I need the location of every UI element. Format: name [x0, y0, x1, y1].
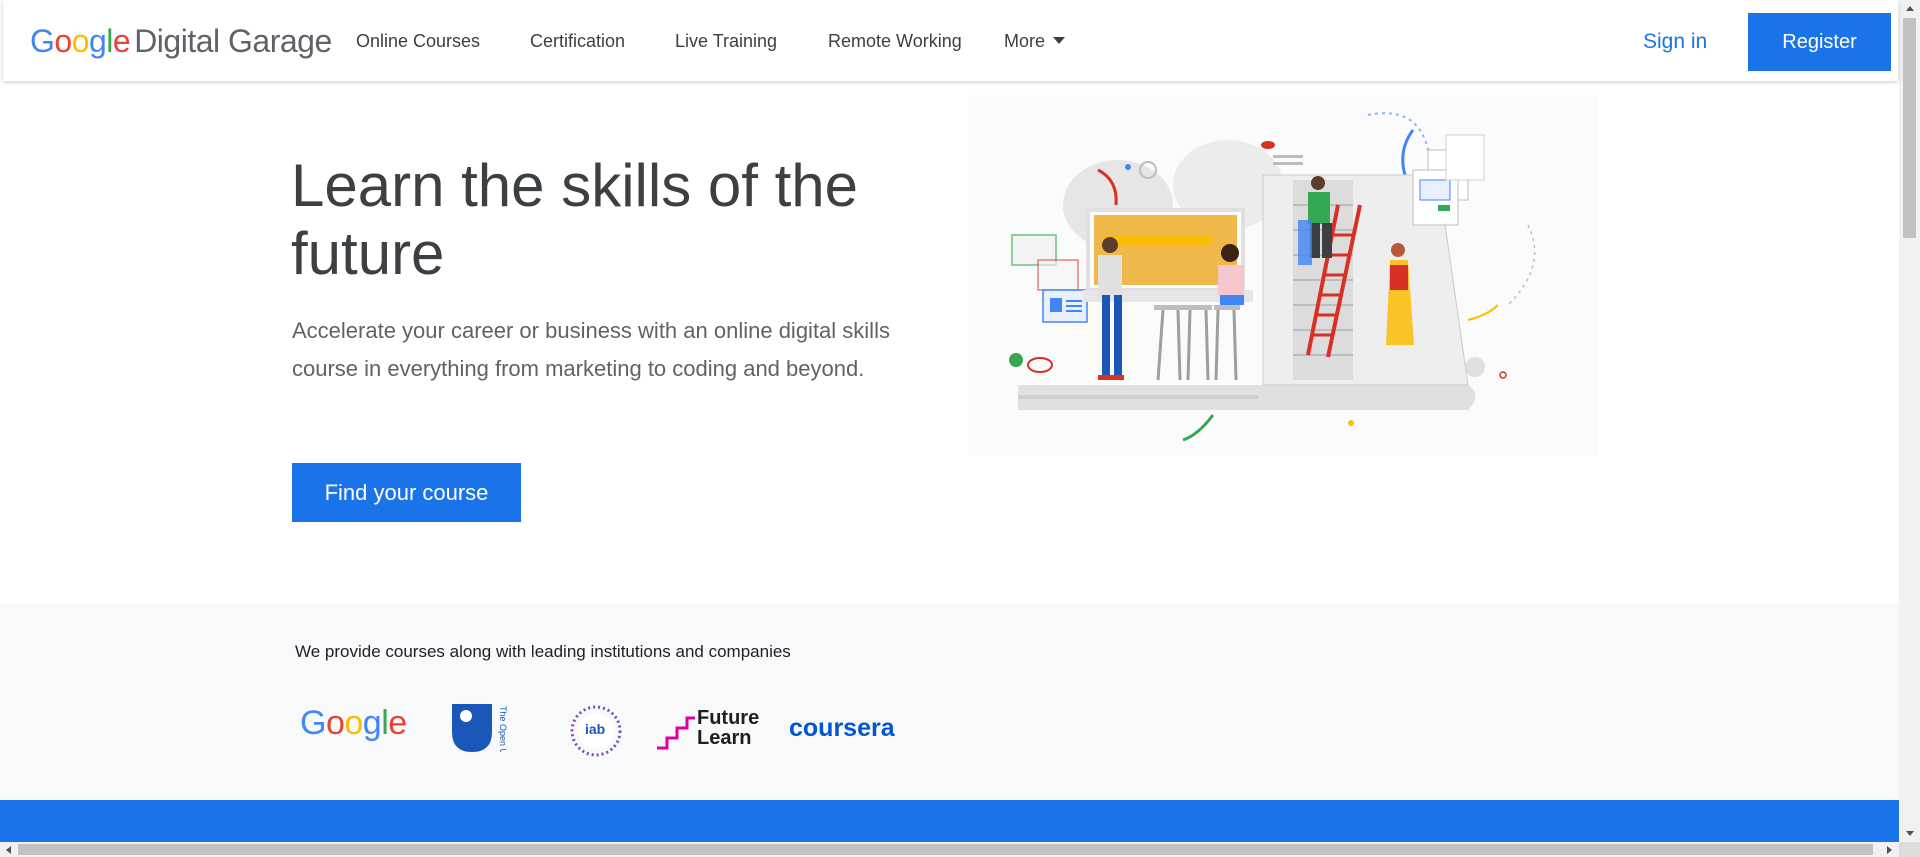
- futurelearn-text: Future Learn: [697, 708, 759, 748]
- site-header: Google Digital Garage Online Courses Cert…: [3, 0, 1898, 81]
- logo-letter-o2: o: [71, 23, 90, 59]
- horizontal-scroll-thumb[interactable]: [18, 844, 1873, 855]
- logo-letter-g: G: [30, 23, 55, 59]
- logo-letter-e: e: [112, 23, 131, 59]
- scroll-left-arrow-icon[interactable]: [0, 842, 16, 857]
- coursera-logo: coursera: [789, 714, 895, 742]
- blue-section-band: [0, 800, 1899, 842]
- vertical-scrollbar[interactable]: [1899, 0, 1920, 842]
- register-button[interactable]: Register: [1748, 13, 1891, 71]
- futurelearn-line2: Learn: [697, 727, 752, 749]
- hero-subtitle: Accelerate your career or business with …: [292, 318, 890, 381]
- nav-remote-working[interactable]: Remote Working: [828, 31, 962, 52]
- iab-logo: iab: [567, 704, 625, 758]
- scrollbar-corner: [1899, 842, 1920, 857]
- find-your-course-button[interactable]: Find your course: [292, 463, 521, 522]
- logo-product-name: Digital Garage: [134, 23, 332, 59]
- partners-heading: We provide courses along with leading in…: [295, 642, 791, 661]
- horizontal-scrollbar[interactable]: [0, 842, 1899, 857]
- sign-in-link[interactable]: Sign in: [1643, 30, 1707, 54]
- nav-live-training[interactable]: Live Training: [675, 31, 777, 52]
- logo-letter-l: l: [106, 23, 113, 59]
- futurelearn-steps-icon: [657, 716, 695, 750]
- nav-online-courses[interactable]: Online Courses: [356, 31, 480, 52]
- scroll-right-arrow-icon[interactable]: [1881, 842, 1897, 857]
- nav-certification[interactable]: Certification: [530, 31, 625, 52]
- people-learning-illustration: [968, 95, 1598, 455]
- nav-more-dropdown[interactable]: More: [1004, 31, 1066, 52]
- open-university-shield-icon: [452, 704, 492, 752]
- open-university-logo: The Open University: [452, 704, 532, 754]
- caret-down-icon: [1053, 36, 1066, 44]
- google-partner-logo: Google: [300, 704, 407, 742]
- vertical-scroll-thumb[interactable]: [1903, 18, 1916, 238]
- nav-more-label: More: [1004, 31, 1046, 51]
- iab-text: iab: [585, 721, 606, 737]
- scroll-up-arrow-icon[interactable]: [1899, 0, 1920, 17]
- open-university-text-wrap: The Open University: [494, 706, 508, 752]
- open-university-text: The Open University: [498, 706, 508, 752]
- scroll-down-arrow-icon[interactable]: [1899, 825, 1920, 842]
- google-digital-garage-logo[interactable]: Google Digital Garage: [30, 23, 332, 59]
- hero-title: Learn the skills of the future: [291, 152, 858, 287]
- partners-section: We provide courses along with leading in…: [0, 604, 1899, 800]
- futurelearn-line1: Future: [697, 707, 760, 729]
- futurelearn-logo: Future Learn: [655, 708, 765, 752]
- logo-letter-g2: g: [88, 23, 107, 59]
- logo-letter-o1: o: [54, 23, 72, 59]
